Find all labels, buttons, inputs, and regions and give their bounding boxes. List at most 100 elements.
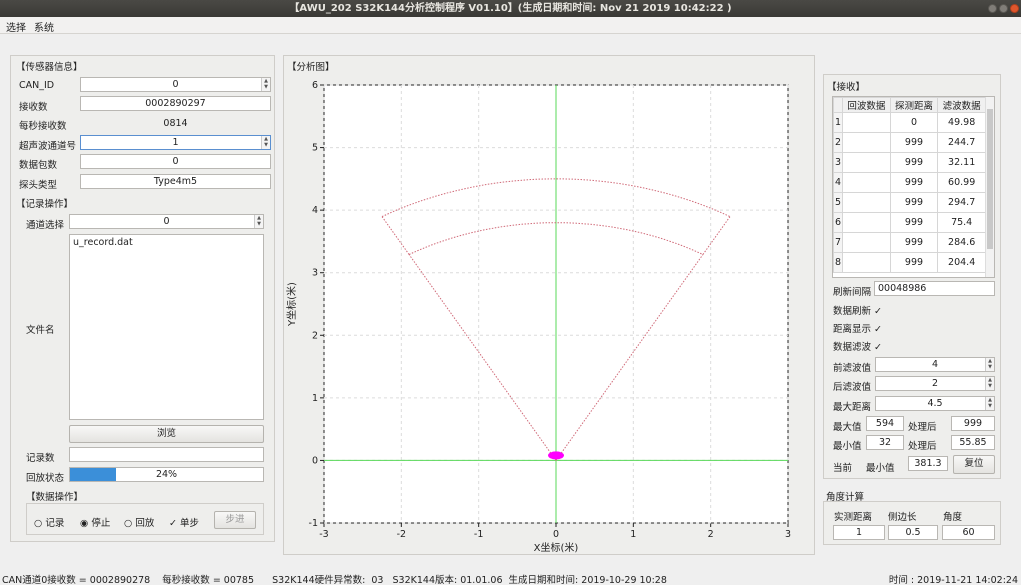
table-cell[interactable] bbox=[842, 132, 891, 153]
record-count-label: 记录数 bbox=[26, 453, 55, 464]
spin-arrows-icon[interactable]: ▲ ▼ bbox=[985, 397, 994, 410]
statusbar: CAN通道0接收数 = 0002890278 每秒接收数 = 00785 S32… bbox=[0, 570, 1021, 585]
table-row[interactable]: 2 999 244.7 bbox=[833, 132, 986, 153]
step-button[interactable]: 步进 bbox=[214, 511, 256, 529]
table-row[interactable]: 5 999 294.7 bbox=[833, 192, 986, 213]
probe-type-field[interactable]: Type4m5 bbox=[80, 174, 271, 189]
max-distance-spinbox[interactable]: 4.5 ▲ ▼ bbox=[875, 396, 995, 411]
single-step-checkbox[interactable]: ✓ 单步 bbox=[169, 515, 199, 529]
table-row[interactable]: 1 0 49.98 bbox=[833, 112, 986, 133]
browse-button[interactable]: 浏览 bbox=[69, 425, 264, 443]
side-length-field[interactable]: 0.5 bbox=[888, 525, 938, 540]
table-cell[interactable] bbox=[842, 172, 891, 193]
table-row[interactable]: 3 999 32.11 bbox=[833, 152, 986, 173]
per-sec-value: 0814 bbox=[163, 118, 188, 129]
table-cell[interactable]: 294.7 bbox=[937, 192, 986, 213]
row-index: 7 bbox=[833, 232, 843, 253]
data-filter-checkbox[interactable]: 数据滤波 ✓ bbox=[833, 339, 882, 353]
max-after-field[interactable]: 999 bbox=[951, 416, 995, 431]
row-index: 6 bbox=[833, 212, 843, 233]
menu-select[interactable]: 选择 bbox=[6, 19, 26, 34]
x-tick-label: 2 bbox=[708, 529, 714, 540]
table-row[interactable]: 6 999 75.4 bbox=[833, 212, 986, 233]
spin-arrows-icon[interactable]: ▲ ▼ bbox=[261, 78, 270, 91]
refresh-interval-label: 刷新间隔 bbox=[833, 287, 872, 298]
spin-arrows-icon[interactable]: ▲ ▼ bbox=[985, 358, 994, 371]
current-label: 当前 bbox=[833, 463, 853, 474]
data-refresh-checkbox[interactable]: 数据刷新 ✓ bbox=[833, 303, 882, 317]
receive-table: 回波数据 探测距离 滤波数据 1 0 49.98 2 999 244.7 3 999 32.11… bbox=[833, 97, 986, 273]
table-cell[interactable] bbox=[842, 152, 891, 173]
spin-arrows-icon[interactable]: ▲ ▼ bbox=[261, 136, 270, 149]
current-min-field[interactable]: 381.3 bbox=[908, 456, 948, 471]
row-index: 5 bbox=[833, 192, 843, 213]
reset-button[interactable]: 复位 bbox=[953, 455, 995, 474]
maximize-icon[interactable] bbox=[999, 4, 1008, 13]
table-cell[interactable]: 999 bbox=[889, 132, 939, 153]
distance-display-checkbox[interactable]: 距离显示 ✓ bbox=[833, 321, 882, 335]
channel-select-spinbox[interactable]: 0 ▲ ▼ bbox=[69, 214, 264, 229]
table-cell[interactable]: 75.4 bbox=[937, 212, 986, 233]
column-header[interactable]: 滤波数据 bbox=[937, 97, 986, 113]
max-after-label: 处理后 bbox=[908, 422, 937, 433]
table-cell[interactable] bbox=[842, 112, 891, 133]
record-count-field[interactable] bbox=[69, 447, 264, 462]
table-row[interactable]: 8 999 204.4 bbox=[833, 252, 986, 273]
packets-label: 数据包数 bbox=[19, 160, 58, 171]
filename-textarea[interactable]: u_record.dat bbox=[69, 234, 264, 420]
table-cell[interactable]: 32.11 bbox=[937, 152, 986, 173]
table-scrollbar[interactable] bbox=[985, 97, 994, 277]
radio-stop[interactable]: ◉ 停止 bbox=[80, 515, 110, 529]
table-cell[interactable] bbox=[842, 192, 891, 213]
spin-arrows-icon[interactable]: ▲ ▼ bbox=[985, 377, 994, 390]
radio-record[interactable]: ○ 记录 bbox=[34, 515, 64, 529]
close-icon[interactable] bbox=[1010, 4, 1019, 13]
table-cell[interactable]: 204.4 bbox=[937, 252, 986, 273]
table-row[interactable]: 7 999 284.6 bbox=[833, 232, 986, 253]
side-length-label: 侧边长 bbox=[888, 512, 917, 523]
min-after-field[interactable]: 55.85 bbox=[951, 435, 995, 450]
post-filter-spinbox[interactable]: 2 ▲ ▼ bbox=[875, 376, 995, 391]
measured-distance-field[interactable]: 1 bbox=[833, 525, 885, 540]
radio-playback[interactable]: ○ 回放 bbox=[124, 515, 154, 529]
pre-filter-spinbox[interactable]: 4 ▲ ▼ bbox=[875, 357, 995, 372]
column-header[interactable]: 探测距离 bbox=[889, 97, 939, 113]
table-cell[interactable] bbox=[842, 212, 891, 233]
angle-label: 角度 bbox=[943, 512, 963, 523]
filename-label: 文件名 bbox=[26, 325, 55, 336]
min-value-field[interactable]: 32 bbox=[866, 435, 904, 450]
recv-count-field[interactable]: 0002890297 bbox=[80, 96, 271, 111]
table-cell[interactable]: 244.7 bbox=[937, 132, 986, 153]
table-cell[interactable]: 999 bbox=[889, 252, 939, 273]
channel-label: 超声波通道号 bbox=[19, 141, 77, 152]
table-cell[interactable]: 0 bbox=[889, 112, 939, 133]
table-cell[interactable]: 284.6 bbox=[937, 232, 986, 253]
table-cell[interactable]: 999 bbox=[889, 192, 939, 213]
table-cell[interactable]: 60.99 bbox=[937, 172, 986, 193]
minimize-icon[interactable] bbox=[988, 4, 997, 13]
refresh-interval-field[interactable]: 00048986 bbox=[874, 281, 995, 296]
max-value-field[interactable]: 594 bbox=[866, 416, 904, 431]
status-left: CAN通道0接收数 = 0002890278 每秒接收数 = 00785 S32… bbox=[2, 575, 667, 585]
row-index: 2 bbox=[833, 132, 843, 153]
table-row[interactable]: 4 999 60.99 bbox=[833, 172, 986, 193]
y-tick-label: 6 bbox=[312, 80, 318, 91]
analysis-chart: -3 -2 -1 0 1 2 3 -1 0 1 2 3 4 5 6 X坐标(米) Y坐标(米) bbox=[285, 80, 791, 554]
channel-spinbox[interactable]: 1 ▲ ▼ bbox=[80, 135, 271, 150]
table-cell[interactable] bbox=[842, 232, 891, 253]
table-cell[interactable]: 999 bbox=[889, 212, 939, 233]
table-cell[interactable]: 999 bbox=[889, 172, 939, 193]
table-cell[interactable]: 999 bbox=[889, 152, 939, 173]
can-id-spinbox[interactable]: 0 ▲ ▼ bbox=[80, 77, 271, 92]
packets-field[interactable]: 0 bbox=[80, 154, 271, 169]
table-cell[interactable]: 49.98 bbox=[937, 112, 986, 133]
scrollbar-thumb[interactable] bbox=[987, 109, 993, 249]
column-header[interactable]: 回波数据 bbox=[842, 97, 891, 113]
table-cell[interactable]: 999 bbox=[889, 232, 939, 253]
angle-field[interactable]: 60 bbox=[942, 525, 995, 540]
spin-arrows-icon[interactable]: ▲ ▼ bbox=[254, 215, 263, 228]
data-ops-group-title: 【数据操作】 bbox=[26, 492, 84, 503]
table-cell[interactable] bbox=[842, 252, 891, 273]
menu-system[interactable]: 系统 bbox=[34, 19, 54, 34]
recv-count-label: 接收数 bbox=[19, 102, 48, 113]
